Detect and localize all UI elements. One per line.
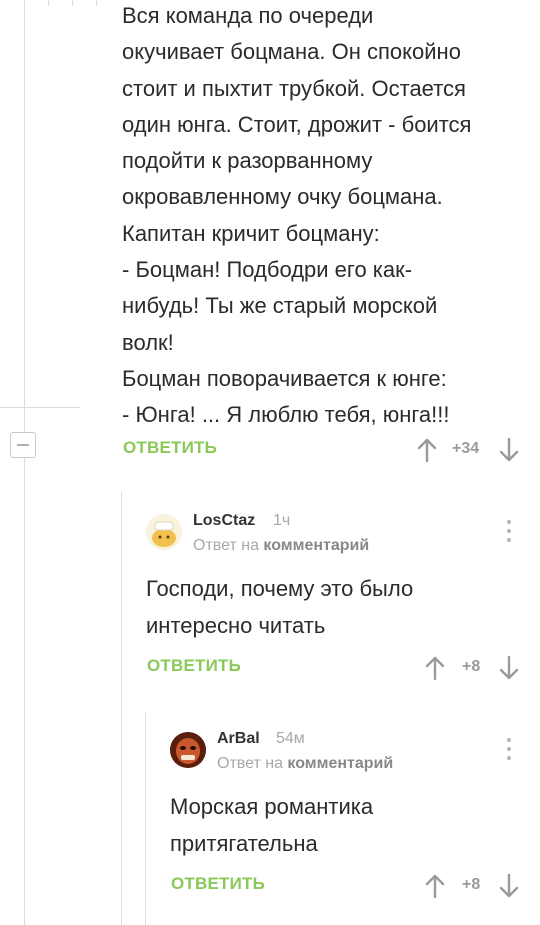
thread-line-root <box>24 0 25 925</box>
collapse-thread-button[interactable] <box>10 432 36 458</box>
avatar[interactable] <box>170 732 206 768</box>
reply-to-prefix: Ответ на <box>217 755 283 772</box>
thread-line-level2 <box>145 712 146 925</box>
username[interactable]: ArBal <box>217 730 260 748</box>
comment-time: 1ч <box>273 512 291 529</box>
story-comment-text: Вся команда по очереди окучивает боцмана… <box>122 3 472 428</box>
comment-text: Морская романтика притягательна <box>170 794 374 856</box>
avatar-image <box>170 732 206 768</box>
arrow-up-icon[interactable] <box>416 437 438 463</box>
rating-value: +34 <box>452 440 480 457</box>
arrow-up-icon[interactable] <box>424 655 446 681</box>
reply-button[interactable]: ОТВЕТИТЬ <box>171 874 265 894</box>
reply-to-target[interactable]: комментарий <box>263 537 369 554</box>
more-vertical-icon[interactable] <box>504 518 514 544</box>
more-vertical-icon[interactable] <box>504 736 514 762</box>
reply-button[interactable]: ОТВЕТИТЬ <box>123 438 217 458</box>
reply-to-prefix: Ответ на <box>193 537 259 554</box>
reply-button[interactable]: ОТВЕТИТЬ <box>147 656 241 676</box>
avatar-image <box>146 514 182 550</box>
comment-text: Господи, почему это было интересно читат… <box>146 576 414 638</box>
arrow-down-icon[interactable] <box>498 437 520 463</box>
rating-value: +8 <box>462 658 481 675</box>
thread-tick <box>0 407 80 408</box>
reply-to-target[interactable]: комментарий <box>287 755 393 772</box>
thread-line-level1 <box>121 492 122 925</box>
avatar[interactable] <box>146 514 182 550</box>
comment-actions: ОТВЕТИТЬ +8 <box>147 655 527 686</box>
rating-value: +8 <box>462 876 481 893</box>
story-actions: ОТВЕТИТЬ +34 <box>123 437 523 468</box>
username[interactable]: LosCtaz <box>193 512 255 530</box>
reply-to-text[interactable]: Ответ на комментарий <box>193 537 369 555</box>
arrow-up-icon[interactable] <box>424 873 446 899</box>
comment-time: 54м <box>276 730 305 747</box>
arrow-down-icon[interactable] <box>498 873 520 899</box>
comment-actions: ОТВЕТИТЬ +8 <box>171 873 531 904</box>
arrow-down-icon[interactable] <box>498 655 520 681</box>
reply-to-text[interactable]: Ответ на комментарий <box>217 755 393 773</box>
